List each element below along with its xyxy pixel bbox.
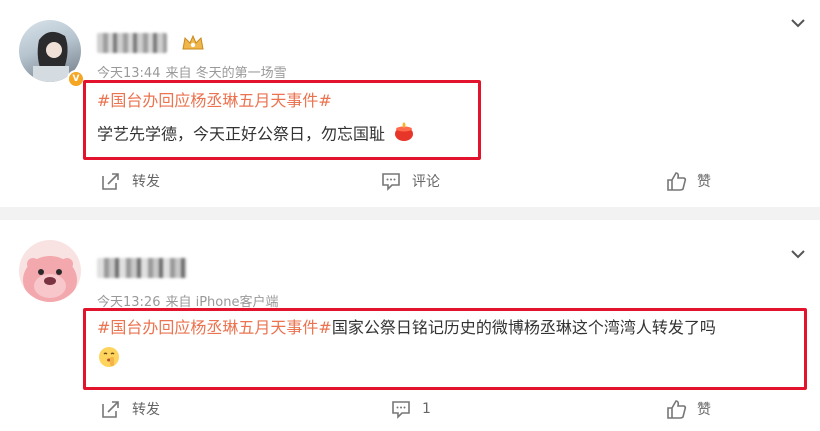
post-meta: 今天13:44 来自 冬天的第一场雪 xyxy=(97,62,292,81)
like-button[interactable]: 赞 xyxy=(665,398,711,420)
chevron-down-icon[interactable] xyxy=(788,247,808,261)
comment-label: 评论 xyxy=(412,174,440,190)
thumbs-up-icon xyxy=(667,400,687,419)
post-text: 国家公祭日铭记历史的微博杨丞琳这个湾湾人转发了吗 xyxy=(331,318,716,337)
repost-button[interactable]: 转发 xyxy=(100,170,160,192)
repost-label: 转发 xyxy=(132,402,160,418)
username[interactable] xyxy=(97,33,167,53)
repost-button[interactable]: 转发 xyxy=(100,398,160,420)
username[interactable] xyxy=(97,258,187,278)
avatar[interactable] xyxy=(19,240,81,302)
like-label: 赞 xyxy=(697,174,711,190)
avatar-image xyxy=(23,256,77,302)
thumbs-up-icon xyxy=(667,172,687,191)
repost-icon xyxy=(102,173,119,190)
comment-button[interactable]: 1 xyxy=(390,398,431,420)
post-content: #国台办回应杨丞琳五月天事件# 学艺先学德，今天正好公祭日，勿忘国耻 xyxy=(97,88,477,150)
comment-item-2: 今天13:26 来自 iPhone客户端 #国台办回应杨丞琳五月天事件#国家公祭日… xyxy=(0,220,820,431)
topic-link[interactable]: #国台办回应杨丞琳五月天事件# xyxy=(97,318,332,337)
post-time[interactable]: 今天13:44 xyxy=(97,66,160,81)
comment-icon xyxy=(392,401,410,419)
post-source: 来自 冬天的第一场雪 xyxy=(165,66,287,81)
comment-count: 1 xyxy=(422,401,431,417)
like-button[interactable]: 赞 xyxy=(665,170,711,192)
post-content: #国台办回应杨丞琳五月天事件#国家公祭日铭记历史的微博杨丞琳这个湾湾人转发了吗 xyxy=(97,315,803,377)
comment-item-1: V 今天13:44 来自 冬天的第一场雪 #国台办回应杨丞琳五月天事件# 学艺先学… xyxy=(0,0,820,207)
divider xyxy=(0,207,820,220)
candle-emoji-icon xyxy=(393,120,415,150)
shushing-face-emoji-icon xyxy=(97,345,121,377)
chevron-down-icon[interactable] xyxy=(788,16,808,30)
post-text: 学艺先学德，今天正好公祭日，勿忘国耻 xyxy=(97,124,386,144)
comment-button[interactable]: 评论 xyxy=(380,170,440,192)
topic-link[interactable]: #国台办回应杨丞琳五月天事件# xyxy=(97,88,477,114)
repost-icon xyxy=(102,401,119,418)
comment-icon xyxy=(382,173,400,191)
like-label: 赞 xyxy=(697,402,711,418)
crown-badge-icon xyxy=(181,34,205,56)
repost-label: 转发 xyxy=(132,174,160,190)
